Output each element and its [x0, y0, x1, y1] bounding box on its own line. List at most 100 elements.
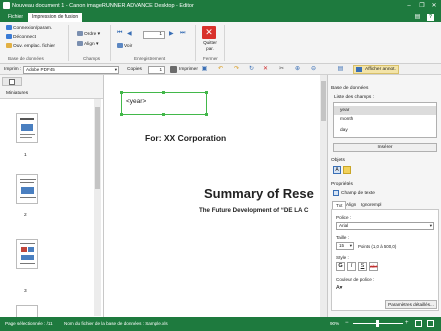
thumbnail-list[interactable]: 1 2 3 [0, 98, 103, 318]
detailed-settings-button[interactable]: Paramètres détaillés... [385, 300, 437, 309]
printer-select[interactable]: Adobe PDF45 ▾ [23, 65, 119, 74]
canvas-scrollbar[interactable] [320, 75, 327, 317]
resize-handle[interactable] [205, 113, 208, 116]
resize-handle[interactable] [120, 91, 123, 94]
align-button[interactable]: Align ▾ [77, 41, 98, 48]
font-label: Police : [336, 215, 352, 220]
resize-handle[interactable] [162, 113, 165, 116]
first-record-icon[interactable]: ⏮ [117, 30, 122, 37]
page-thumbnail[interactable] [16, 239, 38, 269]
thumb-text [20, 197, 36, 198]
resize-handle[interactable] [205, 91, 208, 94]
font-color-icon[interactable]: A▾ [336, 284, 348, 292]
printer-value: Adobe PDF45 [26, 66, 55, 72]
image-object-icon[interactable] [343, 166, 351, 174]
summary-heading: Summary of Rese [204, 186, 314, 201]
page-setup-icon[interactable]: ▤ [337, 66, 344, 73]
font-select[interactable]: Arial ▾ [336, 222, 434, 230]
close-window-button[interactable]: ✕ [430, 2, 438, 10]
connect-button[interactable]: Connexion/param. [6, 25, 52, 32]
size-hint: Points (1,0 à 500,0) [358, 244, 397, 249]
ribbon-divider [110, 25, 111, 61]
chevron-down-icon: ▾ [349, 243, 352, 248]
refresh-icon[interactable]: ↻ [248, 66, 255, 73]
minimize-button[interactable]: – [405, 2, 413, 10]
settings-icon[interactable]: ▤ [414, 14, 421, 21]
thumb-text [20, 243, 35, 244]
style-label: Style : [336, 255, 349, 260]
tab-text[interactable]: Txt [332, 201, 347, 209]
maximize-button[interactable]: ❐ [418, 2, 426, 10]
strikethrough-button[interactable]: abc [369, 262, 378, 271]
thumb-graphic [21, 187, 34, 194]
print-button[interactable]: Imprimer [179, 67, 198, 72]
tab-ignore[interactable]: Ignorempl [361, 202, 381, 207]
field-item-month[interactable]: month [340, 117, 353, 122]
field-item-day[interactable]: day [340, 128, 348, 133]
disconnect-button[interactable]: Déconnect [6, 34, 36, 41]
database-file-status: Nom du fichier de la base de données : S… [64, 321, 168, 326]
tab-fichier[interactable]: Fichier [4, 13, 27, 22]
redo-icon[interactable]: ↷ [233, 66, 240, 73]
save-icon[interactable]: ▣ [201, 66, 208, 73]
title-bar: Nouveau document 1 - Canon imageRUNNER A… [0, 0, 441, 12]
align-label: Align [84, 42, 95, 47]
year-merge-field[interactable]: <year> [126, 98, 146, 105]
open-location-button[interactable]: Ouv. emplac. fichier [6, 43, 55, 50]
zoom-slider-thumb[interactable] [376, 320, 379, 327]
tab-impression-de-fusion[interactable]: Impression de fusion [28, 13, 83, 22]
zoom-in-button[interactable]: + [405, 320, 409, 327]
scrollbar-thumb[interactable] [95, 107, 100, 189]
page-thumbnail[interactable] [16, 174, 38, 204]
record-number-input[interactable]: 1 [143, 31, 165, 39]
thumb-text [20, 137, 32, 138]
order-button[interactable]: Ordre ▾ [77, 31, 100, 38]
bold-button[interactable]: G [336, 262, 345, 271]
document-canvas[interactable]: <year> For: XX Corporation Summary of Re… [104, 75, 320, 317]
resize-handle[interactable] [162, 91, 165, 94]
thumbnail-scrollbar[interactable] [94, 99, 101, 316]
scrollbar-thumb[interactable] [321, 81, 326, 121]
close-merge-label[interactable]: Quitter par. [199, 40, 221, 52]
size-select[interactable]: 15 ▾ [336, 242, 354, 250]
prev-record-icon[interactable]: ◀ [127, 30, 132, 37]
font-color-label: Couleur de police : [336, 277, 375, 282]
zoom-in-icon[interactable]: ⊕ [294, 66, 301, 73]
undo-icon[interactable]: ↶ [217, 66, 224, 73]
field-item-year[interactable]: year [334, 106, 436, 115]
last-record-icon[interactable]: ⏭ [180, 30, 185, 37]
underline-button[interactable]: S [358, 262, 367, 271]
zoom-out-icon[interactable]: ⊖ [310, 66, 317, 73]
page-thumbnail[interactable] [16, 113, 38, 143]
printer-icon[interactable] [170, 66, 177, 73]
see-label: Voir [124, 44, 133, 49]
cut-icon[interactable]: ✂ [278, 66, 285, 73]
zoom-level: 90% [330, 321, 340, 326]
printer-label: Imprim : [4, 67, 22, 72]
fit-width-icon[interactable] [427, 320, 434, 327]
fields-group-label: Champs [83, 56, 101, 61]
help-icon[interactable]: ? [427, 14, 434, 21]
tab-align[interactable]: Align [346, 202, 356, 207]
thumb-text [20, 263, 35, 264]
resize-handle[interactable] [120, 113, 123, 116]
next-record-icon[interactable]: ▶ [169, 30, 174, 37]
field-list[interactable]: year month day [333, 102, 437, 138]
copies-input[interactable]: 1 [148, 65, 165, 74]
folder-icon [6, 43, 12, 49]
see-button[interactable]: Voir [117, 43, 132, 50]
italic-button[interactable]: I [347, 262, 356, 271]
close-merge-icon[interactable]: ✕ [202, 26, 216, 39]
thumbnail-tab[interactable] [2, 77, 22, 86]
app-icon [3, 2, 10, 9]
selected-page-status: Page sélectionnée : /11 [5, 321, 53, 326]
fit-page-icon[interactable] [415, 320, 422, 327]
zoom-out-button[interactable]: − [345, 320, 349, 327]
delete-icon[interactable]: ✕ [262, 66, 269, 73]
ribbon-divider [224, 25, 225, 61]
merge-field-box[interactable]: <year> [120, 91, 208, 116]
insert-button[interactable]: Insérer [333, 143, 437, 152]
text-object-icon[interactable]: A [333, 166, 341, 174]
print-toolbar: Imprim : Adobe PDF45 ▾ Copies 1 Imprimer … [0, 64, 441, 75]
order-label: Ordre [84, 32, 97, 37]
